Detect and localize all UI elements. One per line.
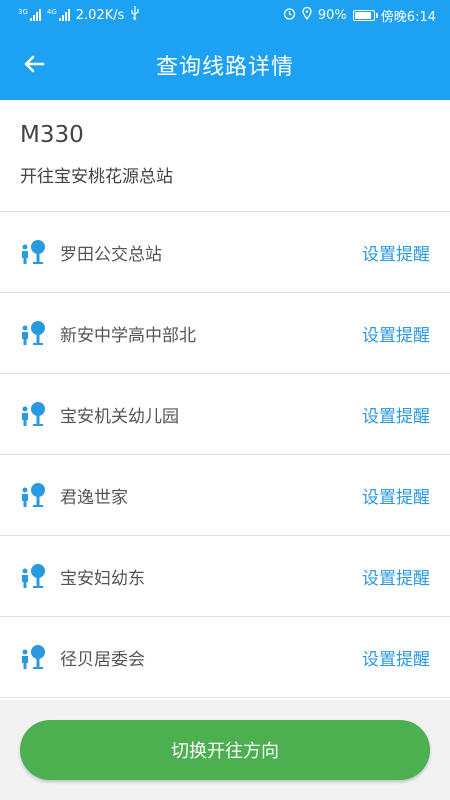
list-item: 新安中学高中部北 设置提醒 [0, 293, 450, 374]
stop-list: 罗田公交总站 设置提醒 新安中学高中部北 设置提醒 宝安机关幼儿园 设置提醒 君… [0, 212, 450, 698]
bus-stop-icon [20, 400, 48, 428]
stop-name: 君逸世家 [60, 487, 128, 508]
signal-icon: 4G [47, 9, 70, 21]
bus-stop-icon [20, 481, 48, 509]
list-item: 君逸世家 设置提醒 [0, 455, 450, 536]
route-direction: 开往宝安桃花源总站 [20, 167, 173, 187]
footer: 切换开往方向 [0, 700, 450, 800]
set-reminder-button[interactable]: 设置提醒 [362, 240, 430, 265]
list-item: 宝安妇幼东 设置提醒 [0, 536, 450, 617]
battery-percent: 90% [317, 7, 347, 23]
app-bar: 查询线路详情 [0, 30, 450, 100]
set-reminder-button[interactable]: 设置提醒 [362, 645, 430, 670]
switch-direction-button[interactable]: 切换开往方向 [20, 720, 430, 780]
set-reminder-button[interactable]: 设置提醒 [362, 564, 430, 589]
usb-icon [130, 6, 140, 24]
stop-name: 宝安妇幼东 [60, 568, 145, 589]
list-item: 宝安机关幼儿园 设置提醒 [0, 374, 450, 455]
stop-name: 罗田公交总站 [60, 244, 162, 265]
page-title: 查询线路详情 [155, 55, 294, 80]
set-reminder-button[interactable]: 设置提醒 [362, 321, 430, 346]
signal-icon: 3G [18, 9, 41, 21]
status-left: 3G 4G 2.02K/s [18, 6, 140, 24]
status-bar: 3G 4G 2.02K/s 90% 傍晚6:14 [0, 0, 450, 30]
back-button[interactable] [18, 50, 50, 82]
arrow-left-icon [22, 52, 46, 80]
list-item: 径贝居委会 设置提醒 [0, 617, 450, 698]
list-item: 罗田公交总站 设置提醒 [0, 212, 450, 293]
set-reminder-button[interactable]: 设置提醒 [362, 483, 430, 508]
alarm-icon [283, 7, 296, 24]
status-right: 90% 傍晚6:14 [283, 6, 436, 25]
clock: 傍晚6:14 [380, 9, 436, 25]
signal-type-label: 3G [18, 8, 28, 16]
signal-type-label: 4G [46, 8, 57, 16]
route-header: M330 开往宝安桃花源总站 [0, 100, 450, 212]
bus-stop-icon [20, 643, 48, 671]
battery-icon [352, 9, 378, 21]
bus-stop-icon [20, 319, 48, 347]
stop-name: 新安中学高中部北 [60, 325, 196, 346]
bus-stop-icon [20, 562, 48, 590]
stop-name: 宝安机关幼儿园 [60, 406, 179, 427]
stop-name: 径贝居委会 [60, 649, 145, 670]
set-reminder-button[interactable]: 设置提醒 [362, 402, 430, 427]
net-speed: 2.02K/s [75, 7, 125, 23]
route-number: M330 [20, 122, 84, 148]
bus-stop-icon [20, 238, 48, 266]
location-icon [302, 6, 312, 24]
